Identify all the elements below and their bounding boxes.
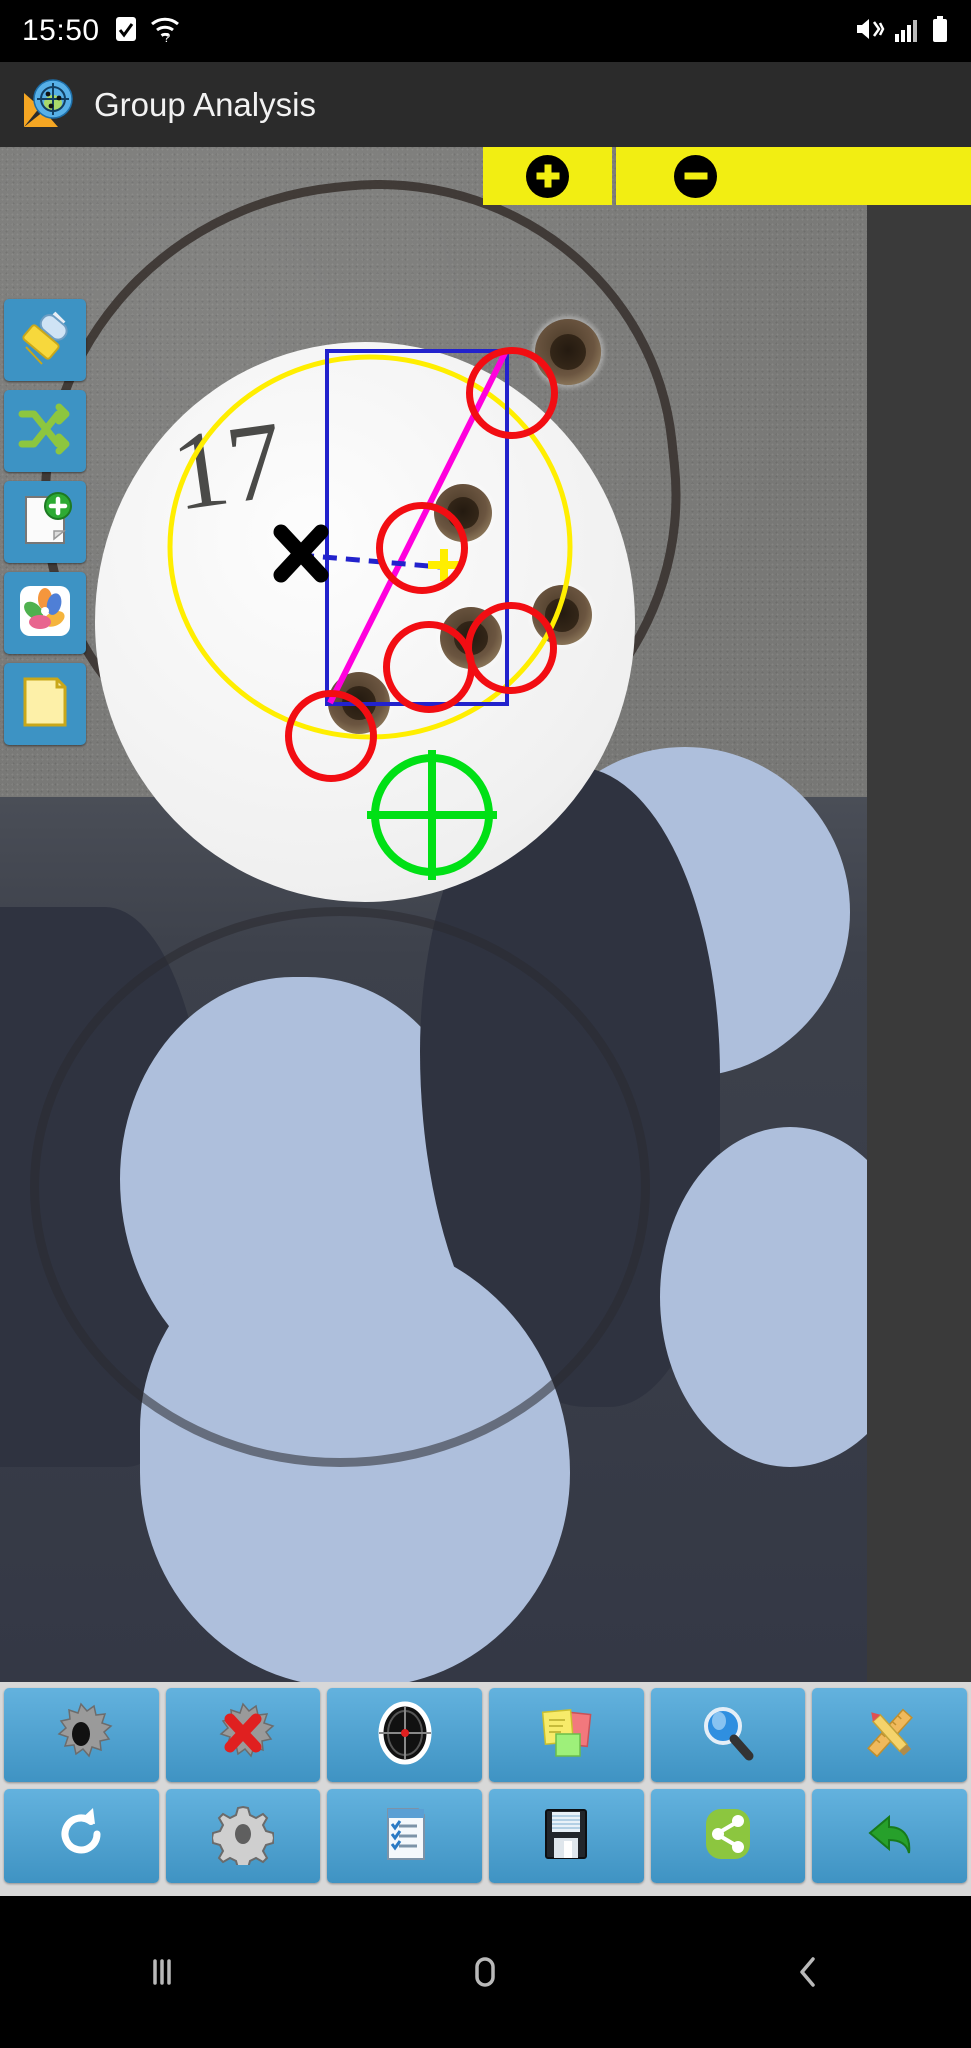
nav-home-button[interactable] bbox=[425, 1922, 545, 2022]
app-bar: Group Analysis bbox=[0, 62, 971, 147]
rail-item-gallery[interactable] bbox=[4, 572, 86, 654]
set-aimpoint-icon bbox=[373, 1701, 437, 1770]
status-time: 15:50 bbox=[22, 14, 100, 47]
report-icon bbox=[375, 1804, 435, 1869]
canvas-background bbox=[867, 147, 971, 1682]
settings-button[interactable] bbox=[165, 1789, 321, 1883]
page-title: Group Analysis bbox=[94, 85, 316, 123]
minus-icon bbox=[674, 154, 717, 198]
nav-back-button[interactable] bbox=[749, 1922, 869, 2022]
rail-item-shuffle[interactable] bbox=[4, 390, 86, 472]
gallery-icon bbox=[16, 582, 74, 645]
mute-icon bbox=[855, 15, 885, 48]
rotate-icon bbox=[51, 1804, 111, 1869]
group-analysis-app-icon bbox=[20, 77, 76, 133]
add-shot-icon bbox=[49, 1701, 113, 1770]
shuffle-icon bbox=[16, 400, 74, 463]
recents-icon bbox=[153, 1959, 171, 1985]
zoom-icon bbox=[696, 1701, 760, 1770]
back-button[interactable] bbox=[812, 1789, 968, 1883]
home-icon bbox=[475, 1957, 496, 1987]
save-icon bbox=[537, 1805, 595, 1868]
notes-icon bbox=[534, 1701, 598, 1770]
left-tool-rail bbox=[4, 299, 86, 754]
measure-icon bbox=[858, 1701, 922, 1770]
svg-text:?: ? bbox=[163, 30, 170, 43]
save-button[interactable] bbox=[489, 1789, 644, 1883]
share-button[interactable] bbox=[650, 1789, 806, 1883]
rail-item-document[interactable] bbox=[4, 663, 86, 745]
zoom-in-button[interactable] bbox=[483, 147, 612, 205]
bottom-toolbar-row-2 bbox=[4, 1789, 968, 1883]
settings-icon bbox=[210, 1803, 276, 1870]
shot-marker[interactable] bbox=[465, 602, 557, 694]
clean-icon bbox=[14, 307, 76, 374]
target-photo-canvas[interactable]: 17 bbox=[0, 147, 971, 1682]
plus-icon bbox=[526, 154, 569, 198]
android-nav-bar bbox=[0, 1896, 971, 2048]
delete-shot-button[interactable] bbox=[165, 1688, 321, 1782]
bottom-toolbar bbox=[0, 1682, 971, 1896]
set-aimpoint-button[interactable] bbox=[327, 1688, 483, 1782]
zoom-out-button[interactable] bbox=[616, 147, 971, 205]
shot-marker[interactable] bbox=[383, 621, 475, 713]
measure-button[interactable] bbox=[812, 1688, 968, 1782]
bottom-toolbar-row-1 bbox=[4, 1688, 968, 1782]
shot-marker[interactable] bbox=[285, 690, 377, 782]
shot-marker[interactable] bbox=[466, 347, 558, 439]
handwritten-mark: 17 bbox=[164, 397, 291, 534]
report-button[interactable] bbox=[327, 1789, 483, 1883]
delete-shot-icon bbox=[211, 1701, 275, 1770]
battery-icon bbox=[931, 15, 949, 48]
undo-icon bbox=[859, 1803, 921, 1870]
checkbox-icon bbox=[114, 15, 138, 48]
pen-ring-lower bbox=[30, 907, 650, 1467]
add-shot-button[interactable] bbox=[4, 1688, 159, 1782]
notes-button[interactable] bbox=[489, 1688, 644, 1782]
new-group-icon bbox=[16, 491, 74, 554]
zoom-button[interactable] bbox=[650, 1688, 806, 1782]
back-chevron-icon bbox=[800, 1957, 815, 1987]
shot-marker[interactable] bbox=[376, 502, 468, 594]
wifi-question-icon: ? bbox=[149, 15, 181, 48]
share-icon bbox=[699, 1805, 757, 1868]
status-bar: 15:50 ? bbox=[0, 0, 971, 62]
signal-bars-icon bbox=[894, 15, 922, 48]
rail-item-clean[interactable] bbox=[4, 299, 86, 381]
document-icon bbox=[16, 673, 74, 736]
nav-recents-button[interactable] bbox=[102, 1922, 222, 2022]
rotate-button[interactable] bbox=[4, 1789, 159, 1883]
rail-item-new-group[interactable] bbox=[4, 481, 86, 563]
target-photo[interactable]: 17 bbox=[0, 147, 867, 1682]
